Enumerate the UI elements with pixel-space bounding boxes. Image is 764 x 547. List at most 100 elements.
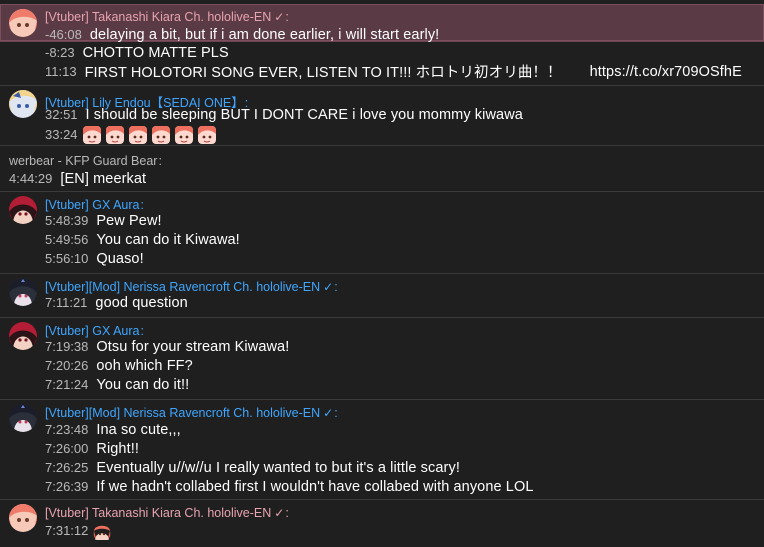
kiara-emote-icon	[197, 125, 216, 144]
message-timestamp: 7:26:39	[45, 479, 89, 494]
message-timestamp: 4:44:29	[9, 171, 53, 186]
author-name-text: [Vtuber] GX Aura	[45, 324, 140, 338]
lily-avatar-icon[interactable]	[9, 90, 37, 118]
verified-check-icon: ✓	[323, 280, 334, 294]
author-colon: :	[285, 506, 289, 520]
chat-message: -46:08 delaying a bit, but if i am done …	[45, 25, 439, 44]
message-text: You can do it!!	[96, 376, 190, 393]
chat-message: 33:24	[45, 125, 216, 144]
chat-group-nerissa: [Vtuber][Mod] Nerissa Ravencroft Ch. hol…	[0, 274, 764, 318]
chat-message: 5:56:10 Quaso!	[45, 249, 144, 268]
chat-message: 7:20:26 ooh which FF?	[45, 356, 193, 375]
author-name-text: [Vtuber] GX Aura	[45, 198, 140, 212]
chat-group-aura: [Vtuber] GX Aura: 7:19:38 Otsu for your …	[0, 318, 764, 400]
author-name[interactable]: [Vtuber][Mod] Nerissa Ravencroft Ch. hol…	[45, 280, 338, 294]
author-colon: :	[158, 154, 162, 168]
message-text: Ina so cute,,,	[96, 421, 181, 438]
verified-check-icon: ✓	[274, 506, 285, 520]
author-name-text: [Vtuber][Mod] Nerissa Ravencroft Ch. hol…	[45, 280, 321, 294]
message-timestamp: -8:23	[45, 45, 75, 60]
message-text: delaying a bit, but if i am done earlier…	[89, 26, 440, 43]
author-name[interactable]: [Vtuber] GX Aura:	[45, 324, 144, 338]
message-text: Pew Pew!	[96, 212, 162, 229]
message-text: Right!!	[96, 440, 139, 457]
author-name-text: [Vtuber][Mod] Nerissa Ravencroft Ch. hol…	[45, 406, 321, 420]
verified-check-icon: ✓	[323, 406, 334, 420]
kiara-emote-icon	[174, 125, 193, 144]
message-timestamp: 7:26:25	[45, 460, 89, 475]
chat-message: 7:19:38 Otsu for your stream Kiwawa!	[45, 337, 289, 356]
message-text: [EN] meerkat	[60, 170, 147, 187]
chat-message: 4:44:29 [EN] meerkat	[9, 169, 146, 188]
chat-message: 7:23:48 Ina so cute,,,	[45, 420, 181, 439]
kiara-emote-icon	[128, 125, 147, 144]
author-name[interactable]: [Vtuber] Takanashi Kiara Ch. hololive-EN…	[45, 10, 289, 24]
chat-message: 7:31:12	[45, 521, 111, 540]
author-name-text: [Vtuber] Takanashi Kiara Ch. hololive-EN	[45, 506, 272, 520]
message-timestamp: 32:51	[45, 107, 78, 122]
chat-group-kiara: [Vtuber] Takanashi Kiara Ch. hololive-EN…	[0, 4, 764, 44]
message-text: FIRST HOLOTORI SONG EVER, LISTEN TO IT!!…	[84, 65, 562, 81]
author-name[interactable]: werbear - KFP Guard Bear:	[9, 154, 162, 168]
kiara-emote-icon	[151, 125, 170, 144]
message-timestamp: 11:13	[45, 64, 77, 79]
chat-group-nerissa: [Vtuber][Mod] Nerissa Ravencroft Ch. hol…	[0, 400, 764, 500]
message-timestamp: 5:48:39	[45, 213, 89, 228]
message-timestamp: 5:56:10	[45, 251, 89, 266]
aura-avatar-icon[interactable]	[9, 322, 37, 350]
chat-message: 7:11:21 good question	[45, 293, 188, 312]
message-text: I should be sleeping BUT I DONT CARE i l…	[85, 106, 523, 123]
chat-group-aura: [Vtuber] GX Aura: 5:48:39 Pew Pew! 5:49:…	[0, 192, 764, 274]
message-timestamp: 33:24	[45, 127, 78, 142]
kiara-emote-icon	[105, 125, 124, 144]
chat-message: 7:26:25 Eventually u//w//u I really want…	[45, 458, 460, 477]
chat-group-lily: [Vtuber] Lily Endou【SEDAI ONE】: 32:51 I …	[0, 86, 764, 146]
author-name[interactable]: [Vtuber] GX Aura:	[45, 198, 144, 212]
message-text: CHOTTO MATTE PLS	[82, 44, 229, 61]
message-timestamp: 7:20:26	[45, 358, 89, 373]
message-link[interactable]: https://t.co/xr709OSfhE	[590, 64, 742, 80]
kiara-avatar-icon[interactable]	[9, 504, 37, 532]
author-name-text: [Vtuber] Takanashi Kiara Ch. hololive-EN	[45, 10, 272, 24]
author-colon: :	[140, 324, 144, 338]
author-name-text: werbear - KFP Guard Bear	[9, 154, 158, 168]
author-name[interactable]: [Vtuber][Mod] Nerissa Ravencroft Ch. hol…	[45, 406, 338, 420]
message-timestamp: 7:21:24	[45, 377, 89, 392]
author-colon: :	[334, 406, 338, 420]
chat-message: 32:51 I should be sleeping BUT I DONT CA…	[45, 105, 523, 124]
chat-message: 7:21:24 You can do it!!	[45, 375, 189, 394]
chat-message: 7:26:00 Right!!	[45, 439, 139, 458]
verified-check-icon: ✓	[274, 10, 285, 24]
message-text: Eventually u//w//u I really wanted to bu…	[96, 459, 460, 476]
kiara-avatar-icon[interactable]	[9, 9, 37, 37]
chat-message: 7:26:39 If we hadn't collabed first I wo…	[45, 477, 534, 496]
author-colon: :	[140, 198, 144, 212]
message-text: Quaso!	[96, 250, 144, 267]
chat-message: 5:49:56 You can do it Kiwawa!	[45, 230, 240, 249]
chat-message: 11:13 FIRST HOLOTORI SONG EVER, LISTEN T…	[45, 62, 742, 82]
message-text: good question	[95, 294, 188, 311]
chat-message: -8:23 CHOTTO MATTE PLS	[45, 43, 229, 62]
message-timestamp: 5:49:56	[45, 232, 89, 247]
message-text: If we hadn't collabed first I wouldn't h…	[96, 478, 534, 495]
message-timestamp: 7:31:12	[45, 523, 89, 538]
author-colon: :	[334, 280, 338, 294]
aura-avatar-icon[interactable]	[9, 196, 37, 224]
author-name[interactable]: [Vtuber] Takanashi Kiara Ch. hololive-EN…	[45, 506, 289, 520]
message-timestamp: 7:11:21	[45, 295, 88, 310]
nerissa-avatar-icon[interactable]	[9, 278, 37, 306]
message-timestamp: 7:26:00	[45, 441, 89, 456]
chat-group-kiara: [Vtuber] Takanashi Kiara Ch. hololive-EN…	[0, 500, 764, 547]
author-colon: :	[285, 10, 289, 24]
kiara-chibi-emote-icon	[93, 522, 111, 540]
nerissa-avatar-icon[interactable]	[9, 404, 37, 432]
message-timestamp: 7:23:48	[45, 422, 89, 437]
message-timestamp: -46:08	[45, 27, 82, 42]
message-timestamp: 7:19:38	[45, 339, 89, 354]
message-text: You can do it Kiwawa!	[96, 231, 240, 248]
chat-replay-list: [Vtuber] Takanashi Kiara Ch. hololive-EN…	[0, 0, 764, 547]
message-text: Otsu for your stream Kiwawa!	[96, 338, 290, 355]
kiara-emote-icon	[82, 125, 101, 144]
chat-group-werbear: werbear - KFP Guard Bear: 4:44:29 [EN] m…	[0, 146, 764, 192]
chat-message: 5:48:39 Pew Pew!	[45, 211, 162, 230]
